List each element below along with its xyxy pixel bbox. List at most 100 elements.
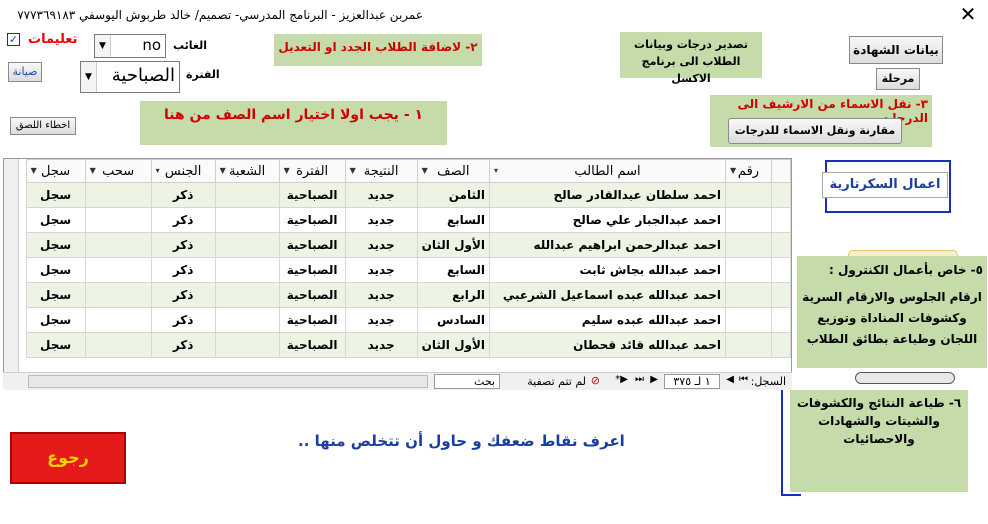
row-selector[interactable] [771, 182, 791, 208]
cell-grade[interactable]: الأول الثان [416, 332, 491, 358]
cell-period[interactable]: الصباحية [278, 257, 346, 283]
header-period[interactable]: الفترة ▼ [278, 159, 346, 183]
cell-record[interactable]: سجل [25, 282, 86, 308]
cell-result[interactable]: جديد [344, 282, 418, 308]
cell-section[interactable] [214, 232, 280, 258]
cell-period[interactable]: الصباحية [278, 307, 346, 333]
stage-button[interactable]: مرحلة [876, 68, 920, 90]
cell-period[interactable]: الصباحية [278, 282, 346, 308]
header-gender[interactable]: الجنس ▾ [150, 159, 216, 183]
paste-errors-button[interactable]: اخطاء اللصق [10, 117, 76, 135]
cell-gender[interactable]: ذكر [150, 182, 216, 208]
chevron-down-icon[interactable]: ▼ [350, 166, 356, 175]
table-row[interactable]: احمد عبدالجبار علي صالح السابع جديد الصب… [25, 207, 791, 233]
cell-result[interactable]: جديد [344, 182, 418, 208]
table-row[interactable]: احمد عبدالله بجاش ثابت السابع جديد الصبا… [25, 257, 791, 283]
row-selector[interactable] [771, 257, 791, 283]
cell-section[interactable] [214, 257, 280, 283]
cell-result[interactable]: جديد [344, 207, 418, 233]
row-selector[interactable] [771, 307, 791, 333]
cell-withdraw[interactable] [84, 207, 152, 233]
chevron-down-icon[interactable]: ▼ [422, 166, 428, 175]
cell-grade[interactable]: السابع [416, 207, 491, 233]
absent-combo[interactable]: ▼ no [94, 34, 166, 58]
chevron-down-icon[interactable]: ▼ [95, 35, 111, 57]
cell-number[interactable] [725, 207, 772, 233]
chevron-down-icon[interactable]: ▼ [31, 166, 37, 175]
header-result[interactable]: النتيجة ▼ [344, 159, 418, 183]
cell-result[interactable]: جديد [344, 232, 418, 258]
cell-section[interactable] [214, 282, 280, 308]
row-selector[interactable] [771, 207, 791, 233]
header-selector[interactable] [771, 159, 791, 183]
previous-record-icon[interactable]: ◀ [726, 374, 734, 385]
last-record-icon[interactable]: ⏭ [635, 374, 644, 385]
cell-student-name[interactable]: احمد عبدالله عبده اسماعيل الشرعبي [489, 282, 726, 308]
next-record-icon[interactable]: ▶ [650, 374, 658, 385]
cell-number[interactable] [725, 332, 772, 358]
cell-record[interactable]: سجل [25, 257, 86, 283]
cell-withdraw[interactable] [84, 307, 152, 333]
compare-move-button[interactable]: مقارنة ونقل الاسماء للدرجات [728, 118, 902, 144]
first-record-icon[interactable]: ⏮ [739, 374, 748, 385]
table-row[interactable]: احمد سلطان عبدالقادر صالح الثامن جديد ال… [25, 182, 791, 208]
back-button[interactable]: رجوع [10, 432, 126, 484]
table-row[interactable]: احمد عبدالرحمن ابراهيم عبدالله الأول الث… [25, 232, 791, 258]
record-position-input[interactable]: ١ لـ ٣٧٥ [664, 374, 720, 389]
cell-grade[interactable]: الرابع [416, 282, 491, 308]
search-input[interactable]: بحث [434, 374, 500, 389]
cell-student-name[interactable]: احمد عبدالله قائد قحطان [489, 332, 726, 358]
hidden-button-pill[interactable] [855, 372, 955, 384]
cell-gender[interactable]: ذكر [150, 307, 216, 333]
cell-gender[interactable]: ذكر [150, 207, 216, 233]
cell-section[interactable] [214, 207, 280, 233]
cell-number[interactable] [725, 182, 772, 208]
certificate-data-button[interactable]: بيانات الشهادة [849, 36, 943, 64]
cell-student-name[interactable]: احمد سلطان عبدالقادر صالح [489, 182, 726, 208]
no-filter-icon[interactable]: ⊘ [591, 374, 600, 387]
period-combo[interactable]: ▼ الصباحية [80, 61, 180, 93]
cell-grade[interactable]: السادس [416, 307, 491, 333]
cell-number[interactable] [725, 257, 772, 283]
cell-number[interactable] [725, 282, 772, 308]
table-row[interactable]: احمد عبدالله قائد قحطان الأول الثان جديد… [25, 332, 791, 358]
maintenance-button[interactable]: صيانة [8, 62, 42, 82]
chevron-down-icon[interactable]: ▼ [81, 62, 97, 92]
vertical-scrollbar[interactable] [4, 159, 19, 372]
cell-withdraw[interactable] [84, 232, 152, 258]
cell-section[interactable] [214, 332, 280, 358]
chevron-down-icon[interactable]: ▼ [90, 166, 96, 175]
table-row[interactable]: احمد عبدالله عبده اسماعيل الشرعبي الرابع… [25, 282, 791, 308]
cell-result[interactable]: جديد [344, 332, 418, 358]
secretary-button[interactable]: اعمال السكرتارية [822, 172, 948, 198]
cell-record[interactable]: سجل [25, 232, 86, 258]
cell-record[interactable]: سجل [25, 207, 86, 233]
cell-record[interactable]: سجل [25, 332, 86, 358]
sort-icon[interactable]: ▾ [494, 166, 498, 175]
cell-period[interactable]: الصباحية [278, 207, 346, 233]
header-number[interactable]: رقم ▼ [725, 159, 772, 183]
header-student-name[interactable]: اسم الطالب ▾ [489, 159, 726, 183]
header-grade[interactable]: الصف ▼ [416, 159, 491, 183]
close-icon[interactable]: ✕ [956, 2, 980, 26]
row-selector[interactable] [771, 232, 791, 258]
cell-number[interactable] [725, 232, 772, 258]
filter-status[interactable]: لم تتم تصفية [527, 375, 586, 388]
horizontal-scrollbar[interactable] [28, 375, 428, 388]
cell-result[interactable]: جديد [344, 307, 418, 333]
cell-period[interactable]: الصباحية [278, 332, 346, 358]
row-selector[interactable] [771, 332, 791, 358]
cell-section[interactable] [214, 182, 280, 208]
cell-gender[interactable]: ذكر [150, 332, 216, 358]
header-record[interactable]: سجل ▼ [25, 159, 86, 183]
cell-withdraw[interactable] [84, 332, 152, 358]
cell-student-name[interactable]: احمد عبدالله بجاش ثابت [489, 257, 726, 283]
cell-result[interactable]: جديد [344, 257, 418, 283]
header-withdraw[interactable]: سحب ▼ [84, 159, 152, 183]
cell-grade[interactable]: الأول الثان [416, 232, 491, 258]
header-section[interactable]: الشعبة ▼ [214, 159, 280, 183]
cell-record[interactable]: سجل [25, 182, 86, 208]
cell-gender[interactable]: ذكر [150, 257, 216, 283]
cell-student-name[interactable]: احمد عبدالله عبده سليم [489, 307, 726, 333]
chevron-down-icon[interactable]: ▼ [730, 166, 736, 175]
